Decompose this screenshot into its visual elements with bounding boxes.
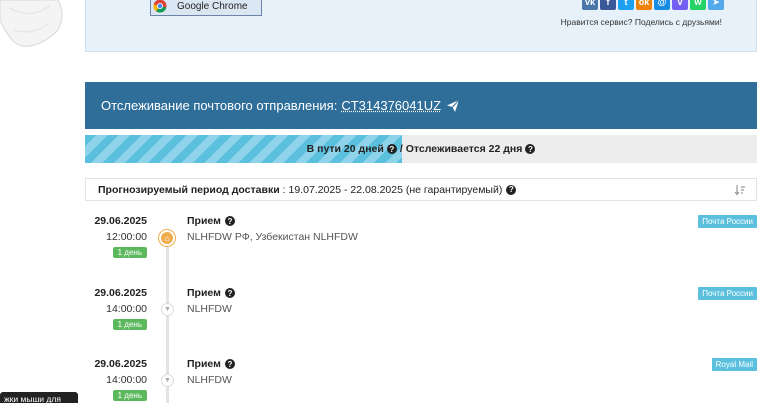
progress-text: В пути 20 дней ? / Отслеживается 22 дня … bbox=[85, 135, 757, 163]
event-time: 12:00:00 bbox=[106, 231, 147, 243]
event-title: Прием ? bbox=[187, 287, 235, 299]
send-icon[interactable] bbox=[446, 99, 460, 113]
forecast-label: Прогнозируемый период доставки bbox=[98, 184, 280, 196]
tracking-number[interactable]: CT314376041UZ bbox=[341, 98, 441, 113]
help-icon[interactable]: ? bbox=[506, 185, 516, 195]
facebook-icon[interactable]: f bbox=[600, 0, 616, 10]
event-days-badge: 1 день bbox=[113, 319, 147, 330]
event-days-badge: 1 день bbox=[113, 247, 147, 258]
help-icon[interactable]: ? bbox=[225, 216, 235, 226]
event-title: Прием ? bbox=[187, 358, 235, 370]
tracking-label: Отслеживание почтового отправления: bbox=[101, 98, 337, 113]
top-info-panel: Google Chrome vk f t ok @ v w ➤ Нравится… bbox=[85, 0, 757, 52]
timeline-event: 29.06.2025 14:00:00 1 день Прием ? NLHFD… bbox=[85, 287, 757, 347]
carrier-badge: Почта России bbox=[698, 287, 757, 300]
carrier-badge: Почта России bbox=[698, 215, 757, 228]
odnoklassniki-icon[interactable]: ok bbox=[636, 0, 652, 10]
tracking-header: Отслеживание почтового отправления: CT31… bbox=[85, 82, 757, 129]
event-time: 14:00:00 bbox=[106, 303, 147, 315]
share-text: Нравится сервис? Поделись с друзьями! bbox=[561, 17, 722, 27]
delivery-forecast: Прогнозируемый период доставки : 19.07.2… bbox=[85, 178, 757, 201]
help-icon[interactable]: ? bbox=[525, 144, 535, 154]
in-transit-label: В пути 20 дней bbox=[307, 143, 384, 155]
mailru-icon[interactable]: @ bbox=[654, 0, 670, 10]
progress-separator: / bbox=[400, 143, 403, 155]
help-icon[interactable]: ? bbox=[387, 144, 397, 154]
twitter-icon[interactable]: t bbox=[618, 0, 634, 10]
event-location: NLHFDW РФ, Узбекистан NLHFDW bbox=[187, 231, 358, 243]
help-icon[interactable]: ? bbox=[225, 359, 235, 369]
event-time: 14:00:00 bbox=[106, 374, 147, 386]
share-buttons: vk f t ok @ v w ➤ bbox=[582, 0, 724, 10]
event-date: 29.06.2025 bbox=[94, 287, 147, 299]
carrier-badge: Royal Mail bbox=[712, 358, 757, 371]
tracked-label: Отслеживается 22 дня bbox=[406, 143, 523, 155]
parcel-bag-image bbox=[0, 0, 84, 52]
event-days-badge: 1 день bbox=[113, 390, 147, 401]
event-location: NLHFDW bbox=[187, 303, 232, 315]
event-location: NLHFDW bbox=[187, 374, 232, 386]
forecast-value: : 19.07.2025 - 22.08.2025 (не гарантируе… bbox=[283, 184, 503, 196]
chrome-label: Google Chrome bbox=[177, 1, 248, 12]
telegram-icon[interactable]: ➤ bbox=[708, 0, 724, 10]
whatsapp-icon[interactable]: w bbox=[690, 0, 706, 10]
chrome-icon bbox=[153, 0, 167, 13]
help-icon[interactable]: ? bbox=[225, 288, 235, 298]
event-title-text: Прием bbox=[187, 215, 221, 227]
event-date: 29.06.2025 bbox=[94, 215, 147, 227]
event-title-text: Прием bbox=[187, 287, 221, 299]
timeline-event: 29.06.2025 14:00:00 1 день Прием ? NLHFD… bbox=[85, 358, 757, 403]
event-date: 29.06.2025 bbox=[94, 358, 147, 370]
event-title: Прием ? bbox=[187, 215, 235, 227]
viber-icon[interactable]: v bbox=[672, 0, 688, 10]
tooltip: жки мыши для bbox=[0, 392, 78, 403]
google-chrome-button[interactable]: Google Chrome bbox=[150, 0, 262, 16]
transit-progress-bar: В пути 20 дней ? / Отслеживается 22 дня … bbox=[85, 135, 757, 163]
sort-icon[interactable] bbox=[734, 184, 746, 196]
vk-icon[interactable]: vk bbox=[582, 0, 598, 10]
tracking-page: Google Chrome vk f t ok @ v w ➤ Нравится… bbox=[0, 0, 768, 403]
timeline-event: 29.06.2025 12:00:00 1 день Прием ? NLHFD… bbox=[85, 215, 757, 275]
event-title-text: Прием bbox=[187, 358, 221, 370]
